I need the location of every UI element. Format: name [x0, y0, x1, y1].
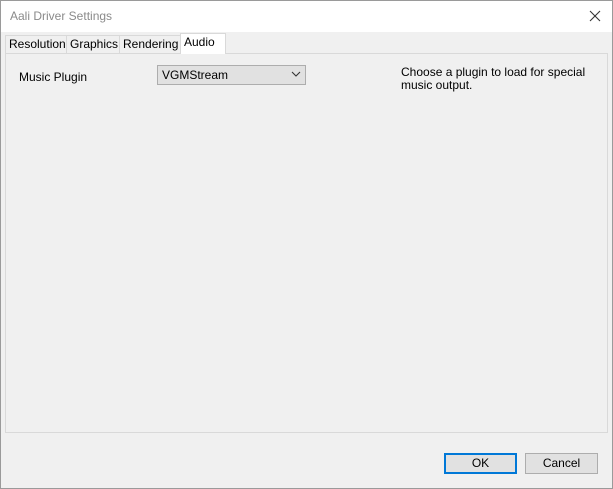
audio-tab-panel: Music Plugin VGMStream Choose a plugin t…	[5, 53, 608, 433]
music-plugin-help-text: Choose a plugin to load for special musi…	[401, 65, 586, 92]
music-plugin-selected-value: VGMStream	[162, 68, 229, 82]
tab-graphics[interactable]: Graphics	[66, 35, 120, 53]
music-plugin-dropdown[interactable]: VGMStream	[157, 65, 306, 85]
tab-strip: Resolution Graphics Rendering Audio	[5, 33, 609, 54]
window-title: Aali Driver Settings	[10, 9, 113, 23]
tab-resolution[interactable]: Resolution	[5, 35, 67, 53]
chevron-down-icon	[291, 71, 301, 77]
tab-rendering[interactable]: Rendering	[119, 35, 181, 53]
close-icon	[589, 10, 601, 22]
close-button[interactable]	[578, 1, 612, 32]
cancel-button[interactable]: Cancel	[525, 453, 598, 474]
music-plugin-label: Music Plugin	[19, 70, 88, 84]
tab-audio[interactable]: Audio	[180, 33, 226, 54]
settings-dialog: Aali Driver Settings Resolution Graphics…	[0, 0, 613, 489]
title-bar: Aali Driver Settings	[1, 1, 612, 32]
ok-button[interactable]: OK	[444, 453, 517, 474]
